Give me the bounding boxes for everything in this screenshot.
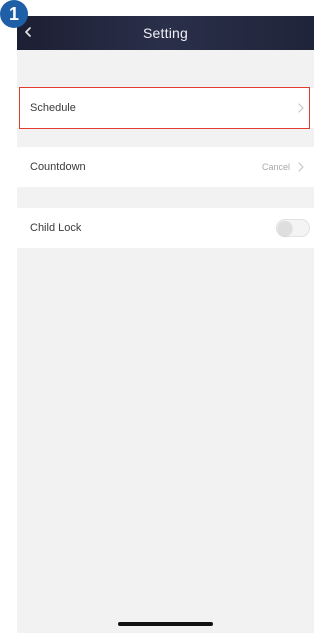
home-indicator[interactable]: [118, 622, 213, 626]
settings-item-label: Countdown: [30, 161, 86, 173]
phone-screen: Setting Schedule Countdown Cancel Child …: [17, 16, 314, 633]
settings-item-label: Schedule: [30, 102, 76, 114]
nav-bar: Setting: [17, 16, 314, 50]
countdown-value: Cancel: [261, 162, 290, 172]
settings-item-countdown[interactable]: Countdown Cancel: [17, 147, 314, 187]
chevron-right-icon: [298, 162, 304, 172]
chevron-right-icon: [298, 103, 304, 113]
toggle-knob: [278, 221, 292, 235]
settings-item-schedule[interactable]: Schedule: [17, 88, 314, 128]
step-number-badge: 1: [0, 0, 28, 28]
page-title: Setting: [143, 25, 188, 41]
child-lock-toggle[interactable]: [276, 219, 310, 237]
settings-item-label: Child Lock: [30, 222, 82, 234]
settings-item-child-lock: Child Lock: [17, 208, 314, 248]
